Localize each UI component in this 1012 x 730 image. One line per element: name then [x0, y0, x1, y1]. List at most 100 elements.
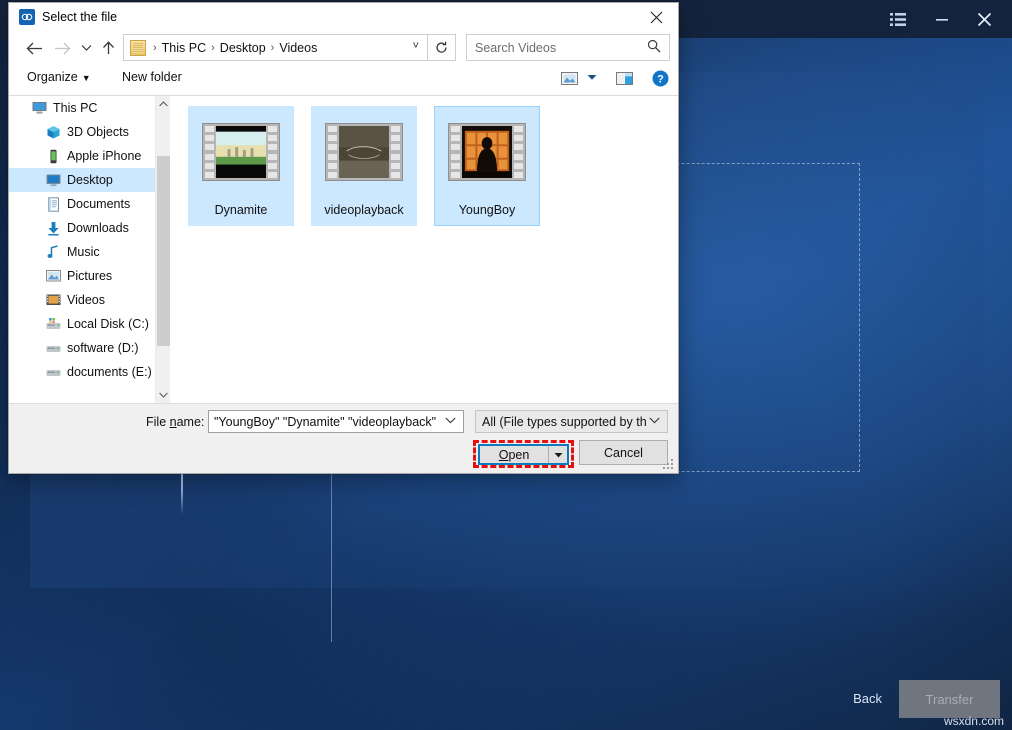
scrollbar-thumb[interactable] [157, 156, 170, 346]
breadcrumb-videos[interactable]: Videos [277, 41, 319, 55]
watermark: wsxdn.com [944, 714, 1004, 728]
chevron-down-icon[interactable]: ˅ [413, 40, 419, 52]
chevron-down-icon: ▼ [82, 73, 91, 83]
file-label: videoplayback [324, 203, 403, 217]
folder-icon [130, 40, 146, 56]
film-sprockets-left [451, 126, 460, 178]
search-input[interactable]: Search Videos [466, 34, 670, 61]
cancel-button[interactable]: Cancel [579, 440, 668, 465]
dialog-titlebar: Select the file [9, 3, 678, 32]
sidebar-item-downloads[interactable]: Downloads [9, 216, 155, 240]
film-sprockets-right [514, 126, 523, 178]
organize-label: Organize [27, 70, 78, 84]
back-button[interactable]: Back [853, 691, 882, 706]
sidebar-item-pictures[interactable]: Pictures [9, 264, 155, 288]
scroll-up-icon[interactable] [156, 96, 171, 112]
sidebar-item-desktop[interactable]: Desktop [9, 168, 155, 192]
file-type-value: All (File types supported by the [482, 415, 646, 429]
open-button[interactable]: Open [478, 444, 569, 465]
chevron-down-icon[interactable] [587, 73, 597, 83]
breadcrumb-separator: › [150, 42, 160, 54]
breadcrumb-separator: › [208, 42, 218, 54]
decorative-line-center [331, 470, 332, 642]
open-dropdown-caret-icon[interactable] [548, 446, 567, 463]
sidebar-item-label: Videos [67, 293, 105, 307]
3d-objects-icon [45, 124, 61, 140]
transfer-button[interactable]: Transfer [899, 680, 1000, 718]
file-type-select[interactable]: All (File types supported by the [475, 410, 668, 433]
chevron-down-icon[interactable] [445, 415, 456, 427]
search-placeholder: Search Videos [475, 41, 556, 55]
dialog-body: This PC 3D Objects [9, 96, 678, 403]
navigation-pane-scrollbar[interactable] [155, 96, 171, 403]
help-icon[interactable]: ? [652, 70, 669, 90]
documents-icon [45, 196, 61, 212]
film-sprockets-left [328, 126, 337, 178]
navigation-pane: This PC 3D Objects [9, 96, 155, 403]
resize-grip[interactable] [663, 459, 675, 471]
sidebar-item-label: 3D Objects [67, 125, 129, 139]
desktop-icon [45, 172, 61, 188]
nav-up-icon[interactable] [97, 36, 119, 60]
sidebar-item-this-pc[interactable]: This PC [9, 96, 155, 120]
file-list[interactable]: Dynamite video [174, 96, 678, 403]
thumbnail [202, 123, 280, 181]
app-logo-icon [19, 9, 35, 25]
app-footer: Back Transfer [0, 620, 1012, 730]
preview-pane-icon[interactable] [616, 71, 633, 89]
sidebar-item-documents[interactable]: Documents [9, 192, 155, 216]
thumbnail [325, 123, 403, 181]
sidebar-item-label: Local Disk (C:) [67, 317, 149, 331]
sidebar-item-software-d[interactable]: software (D:) [9, 336, 155, 360]
sidebar-item-label: Pictures [67, 269, 112, 283]
organize-button[interactable]: Organize ▼ [27, 70, 91, 84]
drive-icon [45, 364, 61, 380]
sidebar-item-local-disk-c[interactable]: Local Disk (C:) [9, 312, 155, 336]
new-folder-button[interactable]: New folder [122, 70, 182, 84]
breadcrumb-this-pc[interactable]: This PC [160, 41, 208, 55]
nav-recent-locations-icon[interactable] [75, 36, 97, 60]
select-file-dialog: Select the file [8, 2, 679, 474]
film-sprockets-right [391, 126, 400, 178]
sidebar-item-videos[interactable]: Videos [9, 288, 155, 312]
dialog-close-icon[interactable] [634, 3, 678, 32]
thumbnail-image [216, 126, 266, 178]
thumbnail-image [339, 126, 389, 178]
file-tile-dynamite[interactable]: Dynamite [188, 106, 294, 226]
sidebar-item-documents-e[interactable]: documents (E:) [9, 360, 155, 384]
file-tile-videoplayback[interactable]: videoplayback [311, 106, 417, 226]
nav-back-icon[interactable] [23, 36, 45, 60]
dialog-command-bar: Organize ▼ New folder [9, 64, 678, 96]
svg-text:?: ? [657, 74, 664, 86]
iphone-icon [45, 148, 61, 164]
dialog-navigation-row: › This PC › Desktop › Videos ˅ Search Vi… [9, 32, 678, 64]
sidebar-item-label: software (D:) [67, 341, 139, 355]
file-tile-youngboy[interactable]: YoungBoy [434, 106, 540, 226]
sidebar-item-label: documents (E:) [67, 365, 152, 379]
sidebar-item-music[interactable]: Music [9, 240, 155, 264]
close-icon[interactable] [964, 0, 1004, 38]
sidebar-item-apple-iphone[interactable]: Apple iPhone [9, 144, 155, 168]
film-sprockets-right [268, 126, 277, 178]
sidebar-item-label: Music [67, 245, 100, 259]
thumbnail-image [462, 126, 512, 178]
sidebar-item-3d-objects[interactable]: 3D Objects [9, 120, 155, 144]
downloads-icon [45, 220, 61, 236]
refresh-button[interactable] [428, 34, 456, 61]
chevron-down-icon[interactable] [649, 415, 660, 427]
filename-label: File name: [146, 415, 204, 429]
breadcrumb-separator: › [268, 42, 278, 54]
this-pc-icon [31, 100, 47, 116]
address-bar[interactable]: › This PC › Desktop › Videos ˅ [123, 34, 428, 61]
filename-input[interactable]: "YoungBoy" "Dynamite" "videoplayback" [208, 410, 464, 433]
list-menu-icon[interactable] [878, 0, 918, 38]
view-mode-icon[interactable] [561, 71, 578, 89]
breadcrumb-desktop[interactable]: Desktop [218, 41, 268, 55]
minimize-icon[interactable] [922, 0, 962, 38]
filename-value: "YoungBoy" "Dynamite" "videoplayback" [214, 415, 436, 429]
local-disk-icon [45, 316, 61, 332]
sidebar-item-label: Desktop [67, 173, 113, 187]
music-icon [45, 244, 61, 260]
scroll-down-icon[interactable] [156, 387, 171, 403]
sidebar-item-label: This PC [53, 101, 97, 115]
